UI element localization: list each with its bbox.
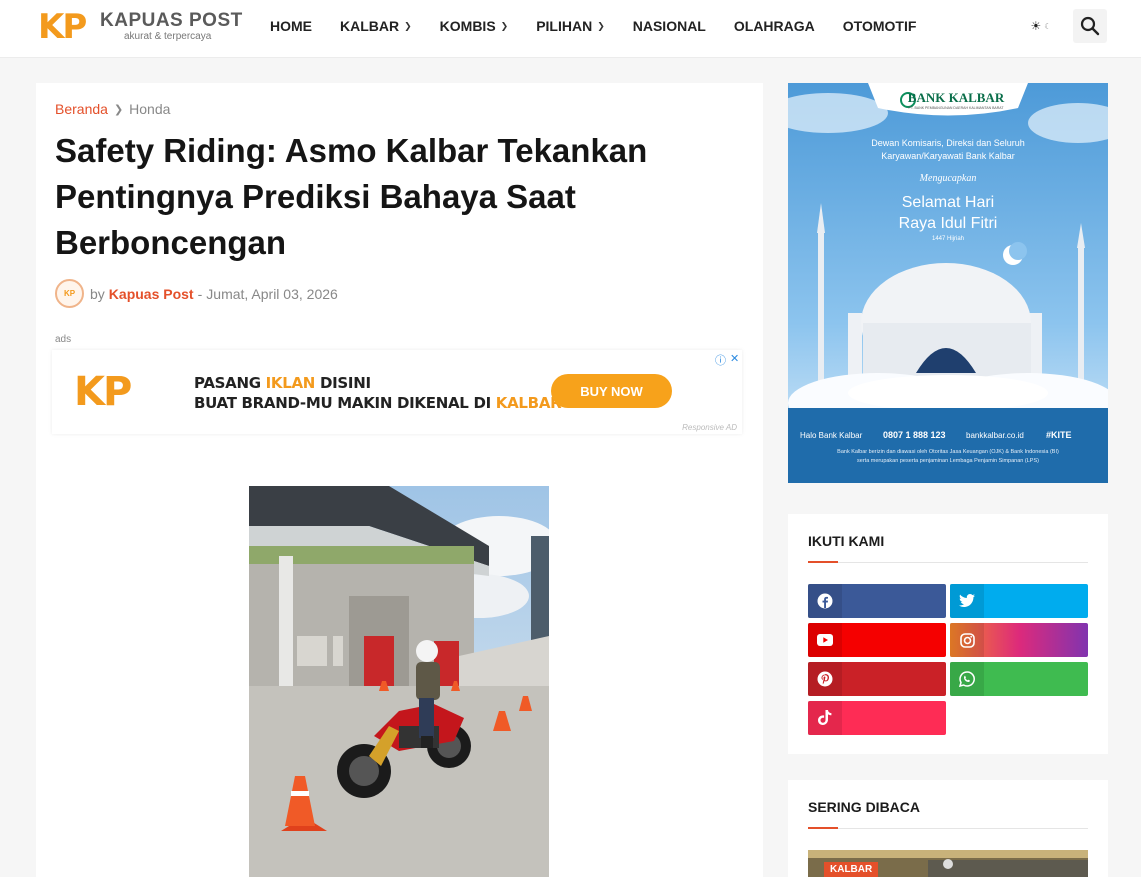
svg-text:Raya Idul Fitri: Raya Idul Fitri: [899, 215, 998, 232]
main-nav: HOME KALBAR ❯ KOMBIS ❯ PILIHAN ❯ NASIONAL O…: [256, 0, 930, 52]
ad-logo: KP: [74, 369, 132, 415]
ad-text: PASANG IKLAN DISINI BUAT BRAND-MU MAKIN …: [194, 374, 562, 412]
nav-item-kombis[interactable]: KOMBIS ❯: [426, 18, 523, 34]
search-icon: [1080, 16, 1100, 36]
twitter-button[interactable]: [950, 584, 1088, 618]
ad-choices: ⓘ ✕: [715, 352, 739, 368]
tiktok-button[interactable]: [808, 701, 946, 735]
nav-item-kalbar[interactable]: KALBAR ❯: [326, 18, 426, 34]
follow-title: IKUTI KAMI: [808, 533, 885, 549]
divider: [808, 828, 1088, 829]
breadcrumb-home[interactable]: Beranda: [55, 101, 108, 117]
svg-text:Bank Kalbar berizin dan diawas: Bank Kalbar berizin dan diawasi oleh Oto…: [837, 449, 1059, 455]
search-button[interactable]: [1073, 9, 1107, 43]
site-header: KP KAPUAS POST akurat & terpercaya HOME …: [0, 0, 1141, 58]
svg-text:#KITE: #KITE: [1046, 430, 1072, 440]
author-link[interactable]: Kapuas Post: [109, 286, 194, 302]
follow-widget: IKUTI KAMI: [788, 514, 1108, 754]
popular-title: SERING DIBACA: [808, 799, 921, 815]
whatsapp-button[interactable]: [950, 662, 1088, 696]
youtube-button[interactable]: [808, 623, 946, 657]
article-card: Beranda ❯ Honda Safety Riding: Asmo Kalb…: [36, 83, 763, 877]
svg-text:serta merupakan peserta penjam: serta merupakan peserta penjaminan Lemba…: [857, 458, 1039, 464]
author-avatar[interactable]: KP: [55, 279, 84, 308]
ad-info-icon[interactable]: ⓘ: [715, 352, 726, 368]
title-accent: [808, 827, 838, 829]
svg-text:Karyawan/Karyawati Bank Kalbar: Karyawan/Karyawati Bank Kalbar: [881, 151, 1015, 161]
divider: [808, 562, 1088, 563]
chevron-down-icon: ❯: [500, 20, 509, 31]
theme-toggle[interactable]: ☀ ☾: [1024, 16, 1058, 36]
category-tag[interactable]: KALBAR: [824, 862, 879, 877]
popular-widget: SERING DIBACA KALBAR: [788, 780, 1108, 877]
instagram-button[interactable]: [950, 623, 1088, 657]
ad-banner[interactable]: KP PASANG IKLAN DISINI BUAT BRAND-MU MAK…: [52, 350, 742, 434]
chevron-right-icon: ❯: [113, 103, 124, 116]
nav-item-olahraga[interactable]: OLAHRAGA: [720, 18, 829, 34]
bank-kalbar-ad[interactable]: BANK KALBAR PT. BANK PEMBANGUNAN DAERAH …: [788, 83, 1108, 483]
site-logo[interactable]: KP KAPUAS POST akurat & terpercaya: [38, 7, 242, 47]
pinterest-button[interactable]: [808, 662, 946, 696]
logo-tagline: akurat & terpercaya: [124, 31, 212, 42]
svg-text:PT. BANK PEMBANGUNAN DAERAH KA: PT. BANK PEMBANGUNAN DAERAH KALIMANTAN B…: [909, 106, 1005, 110]
breadcrumb-category[interactable]: Honda: [129, 101, 170, 117]
logo-name: KAPUAS POST: [100, 10, 243, 31]
svg-text:Dewan Komisaris, Direksi dan S: Dewan Komisaris, Direksi dan Seluruh: [871, 138, 1025, 148]
title-accent: [808, 561, 838, 563]
article-title: Safety Riding: Asmo Kalbar Tekankan Pent…: [55, 132, 648, 261]
meta-separator: -: [197, 285, 203, 302]
ad-footer: Responsive AD: [682, 423, 737, 432]
nav-item-otomotif[interactable]: OTOMOTIF: [829, 18, 931, 34]
article-photo: [249, 486, 549, 877]
ads-label: ads: [55, 334, 72, 345]
svg-text:Selamat Hari: Selamat Hari: [902, 194, 994, 211]
svg-text:0807 1 888 123: 0807 1 888 123: [883, 430, 946, 440]
article-meta: KP by Kapuas Post - Jumat, April 03, 202…: [55, 279, 338, 308]
nav-item-home[interactable]: HOME: [256, 18, 326, 34]
sun-icon: ☀: [1030, 19, 1042, 33]
svg-text:bankkalbar.co.id: bankkalbar.co.id: [966, 431, 1024, 440]
facebook-icon: [808, 584, 842, 618]
tiktok-icon: [808, 701, 842, 735]
chevron-down-icon: ❯: [597, 20, 605, 31]
youtube-icon: [808, 623, 842, 657]
svg-text:1447 Hijriah: 1447 Hijriah: [932, 236, 964, 242]
svg-text:Mengucapkan: Mengucapkan: [919, 173, 977, 184]
whatsapp-icon: [950, 662, 984, 696]
nav-item-pilihan[interactable]: PILIHAN ❯: [522, 18, 619, 34]
by-label: by: [90, 285, 105, 302]
publish-date: Jumat, April 03, 2026: [206, 285, 338, 302]
pinterest-icon: [808, 662, 842, 696]
facebook-button[interactable]: [808, 584, 946, 618]
twitter-icon: [950, 584, 984, 618]
logo-mark: KP: [38, 7, 87, 47]
breadcrumb: Beranda ❯ Honda: [55, 101, 170, 117]
svg-text:BANK KALBAR: BANK KALBAR: [908, 90, 1005, 105]
instagram-icon: [950, 623, 984, 657]
nav-item-nasional[interactable]: NASIONAL: [619, 18, 720, 34]
popular-post-thumbnail[interactable]: KALBAR: [808, 850, 1088, 877]
moon-icon: ☾: [1044, 21, 1052, 31]
chevron-down-icon: ❯: [404, 20, 412, 31]
ad-close-icon[interactable]: ✕: [730, 352, 739, 368]
buy-now-button[interactable]: BUY NOW: [551, 374, 672, 408]
svg-text:Halo Bank Kalbar: Halo Bank Kalbar: [800, 431, 863, 440]
